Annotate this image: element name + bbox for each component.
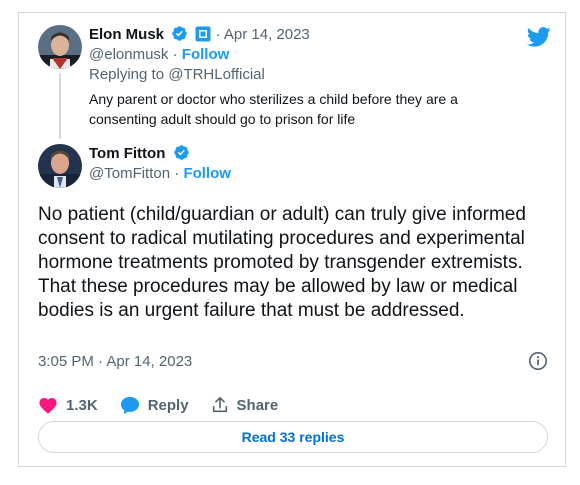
follow-button[interactable]: Follow — [183, 165, 231, 182]
tweet-timestamp[interactable]: 3:05 PM · Apr 14, 2023 — [38, 353, 192, 370]
read-replies-button[interactable]: Read 33 replies — [38, 421, 548, 453]
avatar-tom-fitton[interactable] — [38, 144, 82, 188]
author-handle[interactable]: @TomFitton — [89, 165, 170, 182]
reply-label: Reply — [147, 396, 189, 414]
quoted-tweet-text: Any parent or doctor who sterilizes a ch… — [89, 91, 458, 127]
share-icon — [212, 396, 227, 413]
main-tweet-handle-line: @TomFitton · Follow — [89, 164, 231, 184]
share-label: Share — [236, 396, 279, 414]
avatar-elon-musk[interactable] — [38, 25, 82, 69]
reply-button[interactable]: Reply — [120, 396, 189, 415]
quoted-tweet-handle-line: @elonmusk · Follow — [89, 45, 229, 65]
handle-separator: · — [174, 165, 180, 182]
handle-separator: · — [172, 46, 178, 63]
replying-to-label[interactable]: Replying to @TRHLofficial — [89, 65, 265, 85]
tweet-embed-card: Elon Musk · Apr 14, 2023 @elonmusk · Fol… — [18, 12, 566, 467]
info-icon[interactable] — [528, 351, 548, 376]
like-count: 1.3K — [66, 396, 98, 414]
author-name[interactable]: Elon Musk — [89, 26, 164, 43]
main-tweet-text: No patient (child/guardian or adult) can… — [38, 204, 526, 321]
tweet-date[interactable]: Apr 14, 2023 — [224, 26, 310, 43]
like-button[interactable]: 1.3K — [38, 396, 98, 414]
date-separator: · — [215, 26, 221, 43]
author-handle[interactable]: @elonmusk — [89, 46, 168, 63]
reply-bubble-icon — [120, 396, 139, 414]
author-name[interactable]: Tom Fitton — [89, 145, 165, 162]
tweet-actions-bar: 1.3K Reply Share — [38, 393, 300, 417]
follow-button[interactable]: Follow — [182, 46, 230, 63]
thread-connector-line — [59, 73, 61, 139]
share-button[interactable]: Share — [211, 396, 279, 414]
heart-icon — [39, 398, 57, 414]
twitter-bird-icon[interactable] — [526, 27, 551, 52]
